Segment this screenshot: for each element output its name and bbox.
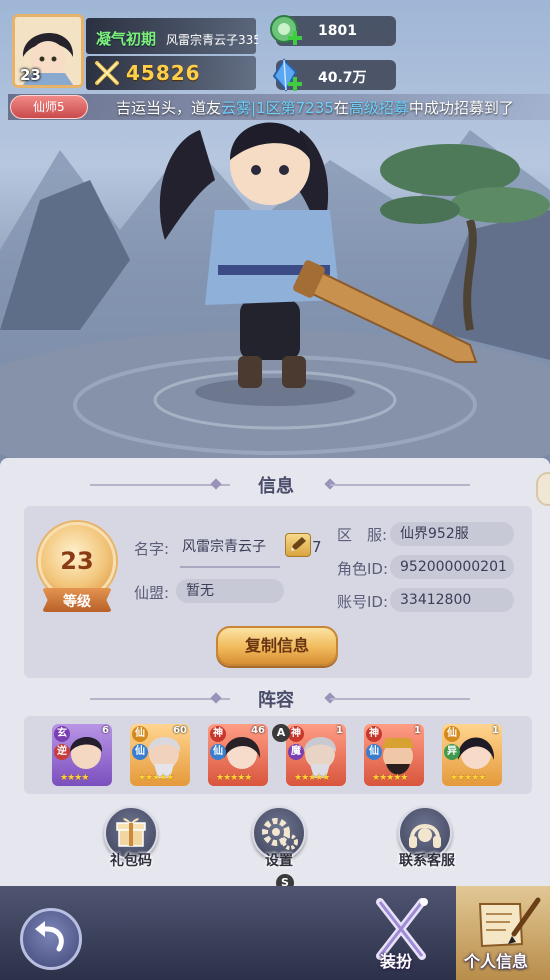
panel-side-handle[interactable] [536, 472, 550, 506]
gift-code-label: 礼包码 [110, 853, 152, 869]
account-id-label: 账号ID: [337, 593, 389, 611]
resource-value-1: 1801 [318, 23, 357, 39]
hero-level-2: 60 [173, 725, 187, 736]
hero-faction-badge-6: 异 [444, 744, 460, 760]
hero-card-2[interactable]: 仙 仙 60 ★★★★★ [130, 724, 190, 786]
hero-rank-badge-1: 玄 [54, 726, 70, 742]
hero-level-6: 1 [492, 725, 499, 736]
avatar-level: 23 [20, 66, 41, 84]
role-id-value: 952000000201 [390, 555, 514, 579]
hero-level-5: 1 [414, 725, 421, 736]
hero-stars-5: ★★★★★ [372, 773, 408, 783]
hero-rank-badge-5: 神 [366, 726, 382, 742]
info-title: 信息 [258, 476, 294, 497]
marker-a: A [272, 724, 290, 742]
support-label: 联系客服 [399, 853, 455, 869]
crossed-swords-icon [95, 61, 119, 85]
hero-faction-badge-3: 仙 [210, 744, 226, 760]
jade-add-icon[interactable] [266, 12, 304, 50]
guild-label: 仙盟: [134, 584, 170, 602]
hero-card-6[interactable]: 仙 异 1 ★★★★★ [442, 724, 502, 786]
hero-stars-4: ★★★★★ [294, 773, 330, 783]
back-button[interactable] [20, 908, 82, 970]
edit-name-button[interactable] [285, 533, 311, 557]
level-value: 23 [60, 547, 94, 575]
guild-value: 暂无 [176, 579, 284, 603]
lineup-divider-left [90, 698, 230, 700]
name-value: 风雷宗青云子 [182, 539, 266, 555]
hero-rank-badge-6: 仙 [444, 726, 460, 742]
hero-faction-badge-2: 仙 [132, 744, 148, 760]
copy-info-button[interactable]: 复制信息 [216, 626, 338, 666]
settings-label: 设置 [265, 853, 293, 869]
hero-stars-3: ★★★★★ [216, 773, 252, 783]
hero-card-3[interactable]: 神 仙 46 ★★★★★ [208, 724, 268, 786]
hero-card-1[interactable]: 玄 逆 6 ★★★★ [52, 724, 112, 786]
combat-power: 45826 [126, 61, 201, 85]
back-arrow-icon [35, 921, 64, 952]
hero-level-1: 6 [102, 725, 109, 736]
ticker-event: 高级招募 [348, 99, 409, 117]
hero-level-3: 46 [251, 725, 265, 736]
lineup-title: 阵容 [258, 690, 294, 711]
realm-label: 凝气初期 [96, 30, 157, 48]
title-divider-right [330, 484, 470, 486]
pencil-icon [291, 537, 306, 551]
player-name: 风雷宗青云子335 [166, 33, 258, 47]
level-label: 等级 [63, 594, 91, 610]
hero-rank-badge-3: 神 [210, 726, 226, 742]
hero-faction-badge-5: 仙 [366, 744, 382, 760]
hero-rank-badge-2: 仙 [132, 726, 148, 742]
hero-faction-badge-1: 逆 [54, 744, 70, 760]
hero-stars-6: ★★★★★ [450, 773, 486, 783]
name-label: 名字: [134, 540, 170, 558]
ticker-suffix: 中成功招募到了 [408, 99, 514, 117]
dress-up-label: 装扮 [380, 952, 413, 971]
role-id-label: 角色ID: [337, 560, 389, 578]
hero-rank-badge-4: 神 [288, 726, 304, 742]
title-divider-left [90, 484, 230, 486]
profile-label: 个人信息 [464, 952, 529, 971]
resource-value-2: 40.7万 [318, 70, 367, 86]
name-underline [180, 566, 280, 568]
hero-card-4[interactable]: 神 魔 1 ★★★★★ [286, 724, 346, 786]
account-id-value: 33412800 [390, 588, 514, 612]
lineup-divider-right [330, 698, 470, 700]
hero-faction-badge-4: 魔 [288, 744, 304, 760]
hero-card-5[interactable]: 神 仙 1 ★★★★★ [364, 724, 424, 786]
name-suffix: 7 [312, 538, 322, 556]
crystal-add-icon[interactable] [266, 56, 304, 94]
hero-stars-2: ★★★★★ [138, 773, 174, 783]
ticker-middle: 在 [333, 99, 349, 117]
ticker-prefix: 吉运当头，道友 [116, 99, 222, 117]
vip-badge[interactable]: 仙师5 [10, 95, 88, 119]
announcement-text: 吉运当头，道友云雾|1区第7235在高级招募中成功招募到了 [116, 97, 514, 118]
ticker-player: 云雾|1区第7235 [221, 99, 334, 117]
hero-stars-1: ★★★★ [60, 773, 89, 783]
hero-level-4: 1 [336, 725, 343, 736]
server-value: 仙界952服 [390, 522, 514, 546]
server-label: 区 服: [337, 526, 388, 544]
